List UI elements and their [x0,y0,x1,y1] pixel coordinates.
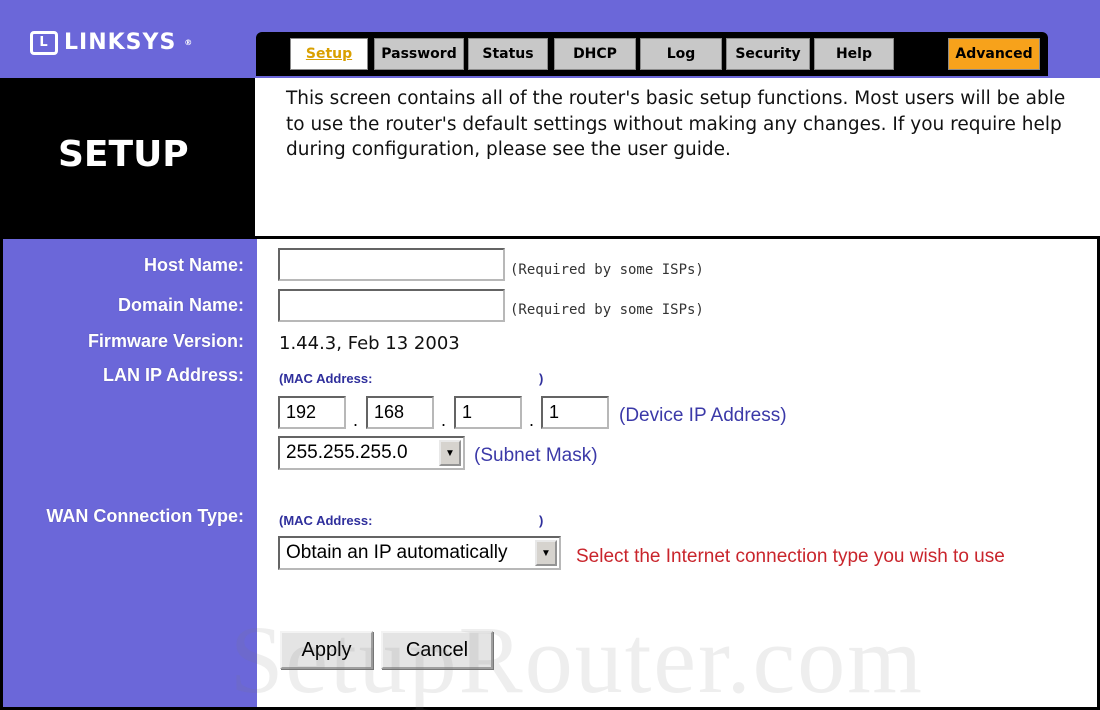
tab-log[interactable]: Log [640,38,722,70]
tab-status[interactable]: Status [468,38,548,70]
subnet-mask-hint: (Subnet Mask) [474,445,598,466]
wan-connection-type-label: WAN Connection Type: [46,506,244,526]
wan-connection-type-select[interactable]: Obtain an IP automatically ▼ [278,536,561,570]
tab-advanced[interactable]: Advanced [948,38,1040,70]
wan-connection-type-hint: Select the Internet connection type you … [576,546,1005,567]
wan-connection-type-value: Obtain an IP automatically [286,542,508,563]
page-description: This screen contains all of the router's… [286,88,1066,160]
wan-mac-address-close: ) [539,513,544,528]
lan-mac-address-close: ) [539,371,544,386]
ip-separator: . [441,410,447,430]
linksys-logo-icon: L [30,30,58,55]
logo-text: LINKSYS [64,30,177,55]
wan-mac-address-label: (MAC Address: [279,513,373,528]
linksys-logo: L LINKSYS ® [30,30,193,55]
page-title: SETUP [58,134,189,175]
subnet-mask-select[interactable]: 255.255.255.0 ▼ [278,436,465,470]
tab-dhcp[interactable]: DHCP [554,38,636,70]
ip-separator: . [353,410,359,430]
chevron-down-icon[interactable]: ▼ [535,540,557,566]
tab-bar: Setup Password Status DHCP Log Security … [256,32,1048,76]
ip-separator: . [529,410,535,430]
lan-ip-octet-1[interactable] [278,396,346,429]
lan-ip-octet-4[interactable] [541,396,609,429]
tab-security[interactable]: Security [726,38,810,70]
host-name-label: Host Name: [143,255,244,275]
section-label-box: SETUP [0,78,255,236]
lan-ip-octet-2[interactable] [366,396,434,429]
firmware-version-value: 1.44.3, Feb 13 2003 [279,333,460,354]
chevron-down-icon[interactable]: ▼ [439,440,461,466]
lan-ip-octet-3[interactable] [454,396,522,429]
apply-button[interactable]: Apply [280,631,373,669]
tab-password[interactable]: Password [374,38,464,70]
domain-name-input[interactable] [278,289,505,322]
device-ip-hint: (Device IP Address) [619,405,787,426]
tab-setup[interactable]: Setup [290,38,368,70]
registered-mark: ® [184,38,194,47]
cancel-button[interactable]: Cancel [381,631,493,669]
lan-ip-label: LAN IP Address: [102,365,244,385]
firmware-version-label: Firmware Version: [87,331,244,351]
host-name-input[interactable] [278,248,505,281]
domain-name-hint: (Required by some ISPs) [510,302,704,318]
lan-mac-address-label: (MAC Address: [279,371,373,386]
tab-help[interactable]: Help [814,38,894,70]
subnet-mask-value: 255.255.255.0 [286,442,408,463]
domain-name-label: Domain Name: [117,295,244,315]
host-name-hint: (Required by some ISPs) [510,262,704,278]
